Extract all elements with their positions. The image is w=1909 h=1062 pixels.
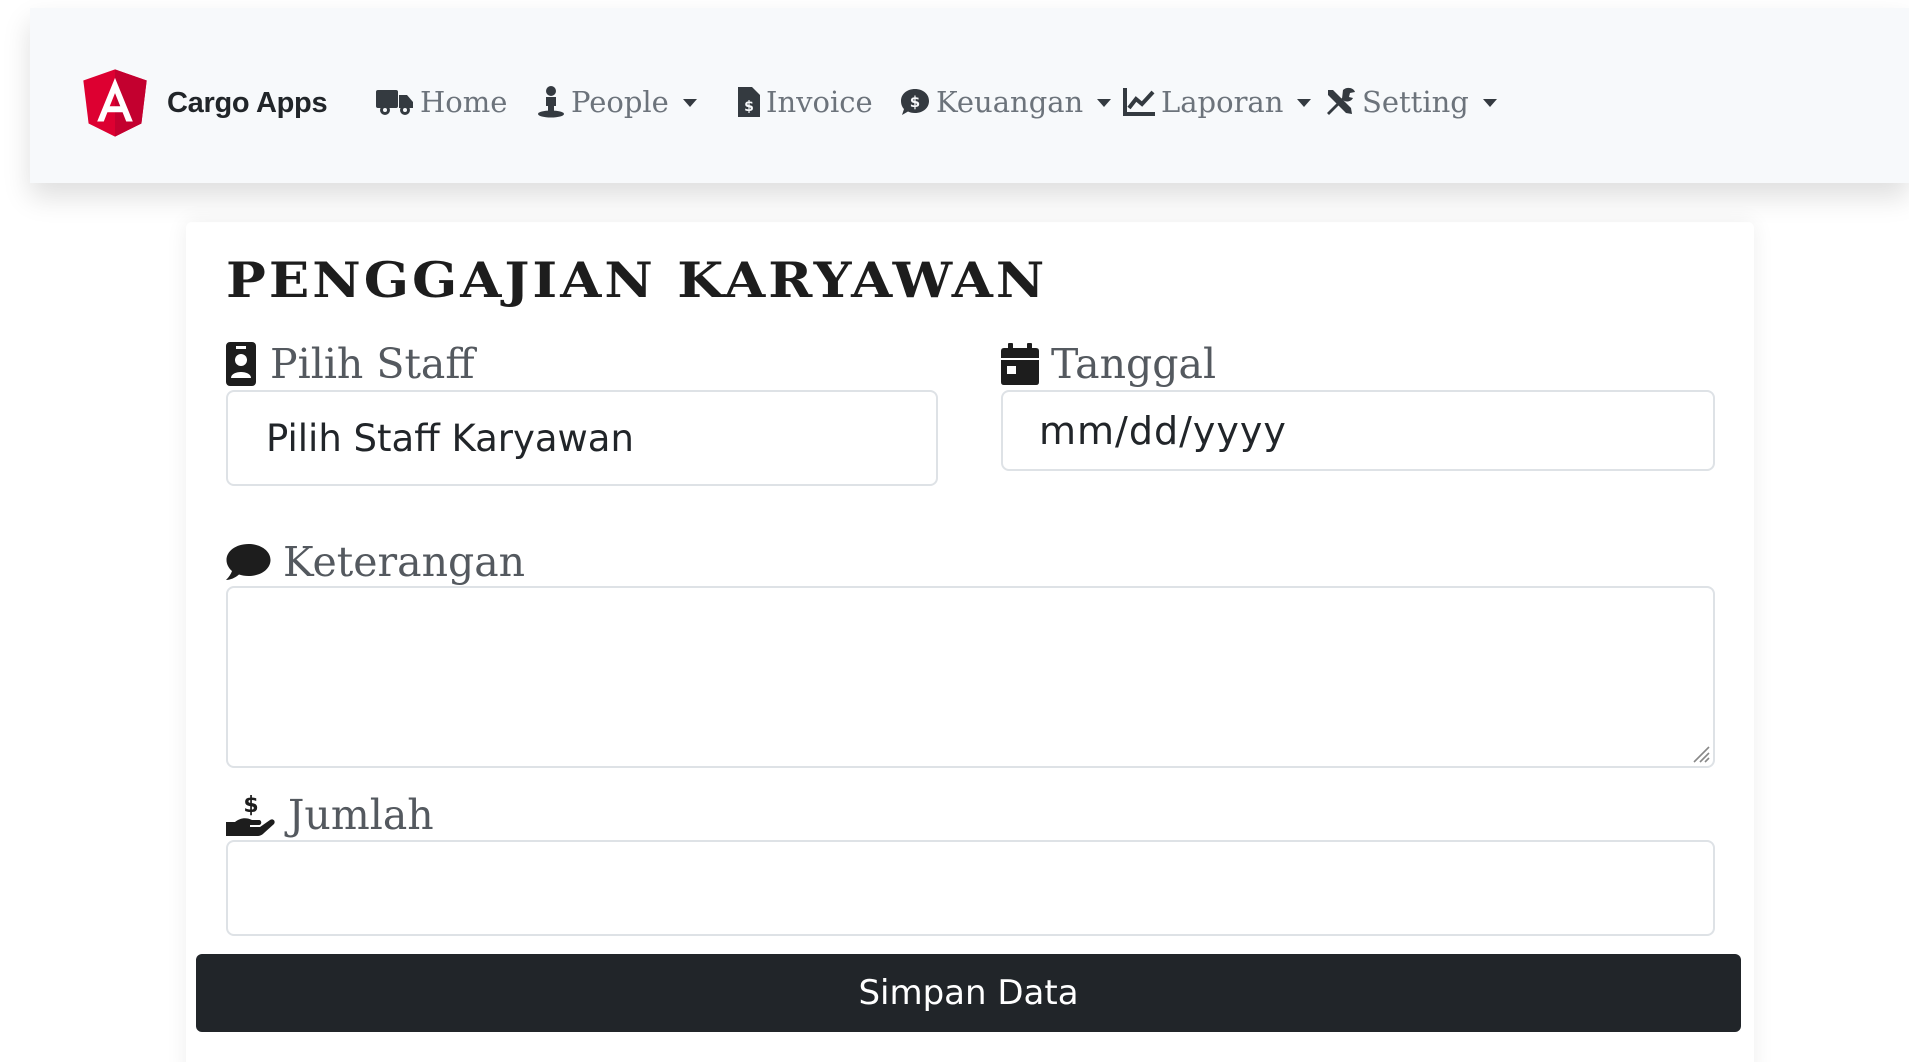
date-label: Tanggal [1001,336,1216,392]
brand-name: Cargo Apps [167,86,328,119]
money-comment-icon: $ [901,89,929,115]
payroll-form-card: PENGGAJIAN KARYAWAN Pilih Staff Pilih St… [186,222,1754,1062]
nav-laporan-label: Laporan [1161,85,1284,119]
resize-grip-icon[interactable] [1690,743,1710,763]
file-invoice-icon: $ [738,87,760,117]
svg-text:$: $ [243,793,258,818]
truck-icon [376,90,413,115]
nav-keuangan[interactable]: $ Keuangan [900,80,1112,124]
id-badge-icon [226,342,256,386]
save-button[interactable]: Simpan Data [196,954,1741,1032]
svg-text:$: $ [744,99,754,115]
amount-input[interactable] [226,840,1715,936]
comment-icon [226,544,271,580]
chevron-down-icon [1297,99,1312,107]
nav-laporan[interactable]: Laporan [1123,80,1312,124]
person-icon [538,86,564,118]
calendar-icon [1001,343,1039,385]
angular-logo-icon [83,69,147,137]
nav-people-label: People [571,85,669,119]
nav-setting-label: Setting [1362,85,1469,119]
chevron-down-icon [682,99,697,107]
chevron-down-icon [1482,99,1497,107]
note-textarea[interactable] [226,586,1715,768]
navbar: Cargo Apps Home People $ Invoice $ Keuan… [30,8,1909,183]
nav-home[interactable]: Home [376,80,507,124]
nav-home-label: Home [420,85,508,119]
date-input-placeholder: mm/dd/yyyy [1039,408,1287,453]
staff-label: Pilih Staff [226,336,475,392]
staff-label-text: Pilih Staff [270,340,475,388]
staff-select[interactable]: Pilih Staff Karyawan [226,390,938,486]
staff-select-value: Pilih Staff Karyawan [266,416,634,460]
svg-text:$: $ [910,93,920,111]
nav-setting[interactable]: Setting [1324,80,1497,124]
note-label: Keterangan [226,532,525,592]
nav-invoice[interactable]: $ Invoice [738,80,873,124]
date-input[interactable]: mm/dd/yyyy [1001,390,1715,471]
nav-keuangan-label: Keuangan [936,85,1084,119]
hand-holding-usd-icon: $ [226,793,275,836]
brand[interactable]: Cargo Apps [82,63,328,143]
page-title: PENGGAJIAN KARYAWAN [226,252,1048,310]
chart-line-icon [1123,88,1155,116]
note-label-text: Keterangan [283,538,526,586]
amount-label: $ Jumlah [226,785,434,845]
chevron-down-icon [1097,99,1112,107]
nav-invoice-label: Invoice [766,85,873,119]
amount-label-text: Jumlah [288,791,434,839]
tools-icon [1327,87,1355,115]
date-label-text: Tanggal [1051,340,1217,388]
nav-people[interactable]: People [537,80,697,124]
